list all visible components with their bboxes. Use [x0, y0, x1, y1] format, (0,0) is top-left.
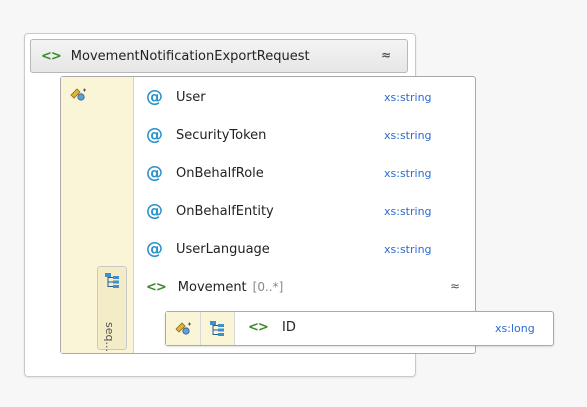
- attribute-name: SecurityToken: [176, 127, 267, 143]
- element-name: Movement: [177, 279, 247, 295]
- element-row-movement[interactable]: <> Movement [0..*] ≈: [136, 275, 466, 299]
- sequence-icon[interactable]: [209, 320, 225, 336]
- attribute-type: xs:string: [384, 128, 432, 142]
- attribute-name: User: [176, 89, 206, 105]
- attribute-name: UserLanguage: [176, 241, 270, 257]
- child-element-type: xs:long: [495, 322, 535, 335]
- attribute-icon: @: [146, 163, 163, 183]
- divider: [200, 312, 201, 345]
- child-element-name: ID: [282, 320, 296, 335]
- attribute-icon: @: [146, 239, 163, 259]
- attribute-row-userlanguage[interactable]: @ UserLanguage xs:string: [136, 237, 466, 261]
- collapse-icon[interactable]: ≈: [450, 279, 460, 293]
- element-icon: <>: [248, 320, 269, 335]
- attribute-name: OnBehalfEntity: [176, 203, 274, 219]
- attribute-type: xs:string: [384, 242, 432, 256]
- root-element-header[interactable]: <> MovementNotificationExportRequest ≈: [30, 39, 408, 73]
- attribute-row-securitytoken[interactable]: @ SecurityToken xs:string: [136, 123, 466, 147]
- element-icon: <>: [41, 48, 62, 64]
- attribute-row-user[interactable]: @ User xs:string: [136, 85, 466, 109]
- attribute-type: xs:string: [384, 166, 432, 180]
- collapse-icon[interactable]: ≈: [381, 48, 391, 62]
- element-icon: <>: [146, 279, 167, 295]
- attribute-icon: @: [146, 201, 163, 221]
- attribute-icon: @: [146, 87, 163, 107]
- attribute-icon: @: [146, 125, 163, 145]
- attribute-name: OnBehalfRole: [176, 165, 264, 181]
- attribute-row-onbehalfentity[interactable]: @ OnBehalfEntity xs:string: [136, 199, 466, 223]
- sequence-label: seq...: [103, 322, 116, 352]
- root-element-name: MovementNotificationExportRequest: [70, 48, 310, 64]
- multiplicity-label: [0..*]: [252, 280, 284, 294]
- sequence-icon: [105, 273, 119, 288]
- attribute-row-onbehalfrole[interactable]: @ OnBehalfRole xs:string: [136, 161, 466, 185]
- attribute-type: xs:string: [384, 204, 432, 218]
- attributes-group-icon[interactable]: [174, 320, 192, 336]
- attributes-group-icon[interactable]: [69, 86, 87, 102]
- attribute-type: xs:string: [384, 90, 432, 104]
